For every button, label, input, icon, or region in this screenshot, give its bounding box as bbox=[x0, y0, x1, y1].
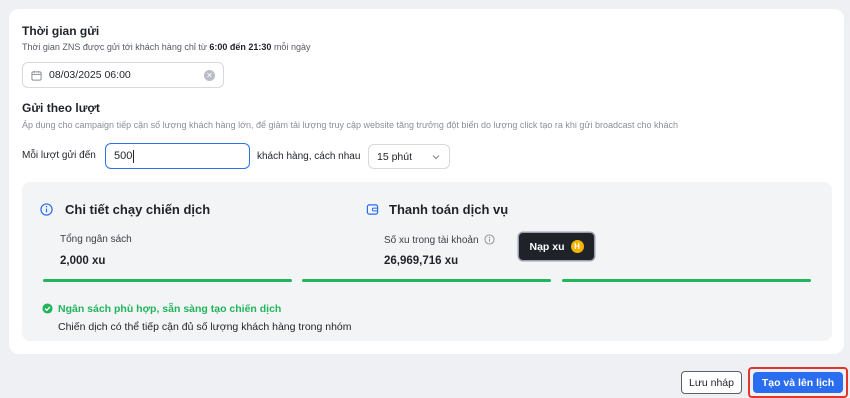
campaign-summary-panel: Chi tiết chạy chiến dịch Tổng ngân sách … bbox=[22, 182, 832, 341]
check-circle-icon bbox=[42, 303, 53, 314]
per-batch-value: 500 bbox=[114, 150, 133, 162]
coin-icon: H bbox=[570, 240, 584, 253]
calendar-icon bbox=[31, 70, 42, 81]
campaign-details-title: Chi tiết chạy chiến dịch bbox=[65, 202, 211, 217]
interval-value: 15 phút bbox=[377, 150, 413, 163]
balance-value: 26,969,716 xu bbox=[384, 255, 459, 267]
balance-label: Số xu trong tài khoản bbox=[384, 234, 495, 246]
send-datetime-value: 08/03/2025 06:00 bbox=[49, 69, 131, 81]
create-schedule-highlight: Tạo và lên lịch bbox=[748, 367, 848, 398]
save-draft-button[interactable]: Lưu nháp bbox=[681, 371, 742, 394]
budget-ok-desc: Chiến dịch có thể tiếp cận đủ số lượng k… bbox=[58, 321, 352, 333]
info-icon bbox=[40, 203, 53, 216]
wallet-icon bbox=[366, 204, 379, 215]
progress-segment-3 bbox=[562, 279, 811, 282]
topup-label: Nạp xu bbox=[529, 240, 565, 253]
help-icon[interactable] bbox=[484, 234, 495, 245]
batch-send-hint: Áp dụng cho campaign tiếp cận số lượng k… bbox=[22, 120, 679, 130]
create-and-schedule-button[interactable]: Tạo và lên lịch bbox=[753, 372, 843, 393]
clear-icon[interactable]: ✕ bbox=[204, 69, 215, 81]
per-batch-input[interactable]: 500 bbox=[105, 143, 250, 169]
budget-ok-message: Ngân sách phù hợp, sẵn sàng tạo chiến dị… bbox=[58, 303, 282, 315]
batch-send-title: Gửi theo lượt bbox=[22, 101, 100, 115]
interval-label: khách hàng, cách nhau bbox=[257, 151, 361, 162]
budget-label: Tổng ngân sách bbox=[60, 234, 132, 245]
send-time-title: Thời gian gửi bbox=[22, 24, 100, 38]
chevron-down-icon bbox=[432, 154, 440, 159]
budget-value: 2,000 xu bbox=[60, 255, 106, 267]
interval-select[interactable]: 15 phút bbox=[368, 144, 450, 169]
send-time-desc: Thời gian ZNS được gửi tới khách hàng ch… bbox=[22, 42, 311, 52]
progress-segment-2 bbox=[302, 279, 551, 282]
send-datetime-picker[interactable]: 08/03/2025 06:00 ✕ bbox=[22, 62, 224, 88]
payment-title: Thanh toán dịch vụ bbox=[389, 202, 509, 217]
campaign-settings-card: Thời gian gửi Thời gian ZNS được gửi tới… bbox=[9, 9, 844, 354]
progress-segment-1 bbox=[43, 279, 292, 282]
per-batch-label: Mỗi lượt gửi đến bbox=[22, 150, 96, 161]
topup-button[interactable]: Nạp xu H bbox=[519, 233, 594, 260]
